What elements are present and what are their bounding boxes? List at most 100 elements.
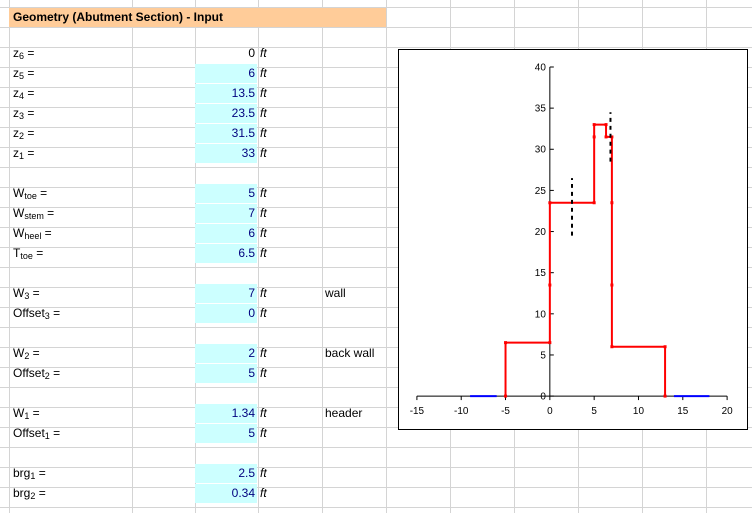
data-point (504, 341, 508, 345)
value-cell-z-5[interactable]: 6 (195, 64, 257, 83)
label-equals: = (29, 346, 40, 360)
value-cell-offset-3[interactable]: 0 (195, 304, 257, 323)
note-label: wall (325, 286, 346, 300)
unit-label: ft (260, 286, 267, 300)
label-z-4: z4 = (13, 83, 34, 103)
label-equals: = (24, 86, 35, 100)
value-cell-offset-2[interactable]: 5 (195, 364, 257, 383)
y-tick-label: 0 (540, 392, 546, 403)
data-point (592, 201, 596, 205)
label-w-1: W1 = (13, 403, 40, 423)
label-subscript: stem (24, 211, 44, 221)
label-equals: = (43, 206, 55, 220)
note-label: header (325, 406, 363, 420)
label-base: W (13, 186, 25, 200)
label-w-heel: Wheel = (13, 223, 52, 243)
label-base: brg (13, 486, 31, 500)
value-cell-z-6[interactable]: 0 (195, 44, 257, 63)
label-equals: = (24, 106, 35, 120)
label-equals: = (35, 486, 46, 500)
value-cell-w-2[interactable]: 2 (195, 344, 257, 363)
label-base: W (13, 346, 25, 360)
label-equals: = (24, 46, 35, 60)
y-tick-label: 15 (535, 268, 547, 279)
value-cell-w-heel[interactable]: 6 (195, 224, 257, 243)
value-cell-z-4[interactable]: 13.5 (195, 84, 257, 103)
value-cell-z-2[interactable]: 31.5 (195, 124, 257, 143)
unit-label: ft (260, 106, 267, 120)
label-brg-2: brg2 = (13, 483, 46, 503)
unit-label: ft (260, 86, 267, 100)
sheet-title: Geometry (Abutment Section) - Input (9, 8, 386, 27)
unit-label: ft (260, 126, 267, 140)
unit-label: ft (260, 346, 267, 360)
unit-label: ft (260, 206, 267, 220)
data-point (610, 201, 614, 205)
label-equals: = (35, 466, 46, 480)
value-cell-w-1[interactable]: 1.34 (195, 404, 257, 423)
unit-label: ft (260, 366, 267, 380)
unit-label: ft (260, 226, 267, 240)
data-point (604, 135, 608, 139)
unit-label: ft (260, 246, 267, 260)
label-base: W (13, 406, 25, 420)
unit-label: ft (260, 306, 267, 320)
label-base: W (13, 226, 25, 240)
y-tick-label: 35 (535, 104, 547, 115)
value-cell-offset-1[interactable]: 5 (195, 424, 257, 443)
unit-label: ft (260, 66, 267, 80)
series-line (504, 123, 667, 397)
label-equals: = (32, 246, 44, 260)
label-z-1: z1 = (13, 143, 34, 163)
label-equals: = (29, 286, 40, 300)
x-tick-label: 20 (722, 406, 734, 417)
data-point (504, 394, 508, 398)
unit-label: ft (260, 426, 267, 440)
data-point (663, 394, 667, 398)
label-z-6: z6 = (13, 43, 34, 63)
label-z-2: z2 = (13, 123, 34, 143)
label-equals: = (24, 146, 35, 160)
label-equals: = (24, 66, 35, 80)
y-tick-label: 20 (535, 227, 547, 238)
value-cell-z-1[interactable]: 33 (195, 144, 257, 163)
y-tick-label: 40 (535, 62, 547, 73)
abutment-section-chart: -15 -10 -5 0 5 10 15 20 0 5 10 15 20 25 30 35 40 (398, 49, 748, 430)
unit-label: ft (260, 186, 267, 200)
label-subscript: heel (24, 231, 42, 241)
label-z-3: z3 = (13, 103, 34, 123)
label-w-2: W2 = (13, 343, 40, 363)
value-cell-w-toe[interactable]: 5 (195, 184, 257, 203)
label-offset-2: Offset2 = (13, 363, 60, 383)
unit-label: ft (260, 146, 267, 160)
label-subscript: toe (24, 191, 37, 201)
value-cell-brg-2[interactable]: 0.34 (195, 484, 257, 503)
label-w-stem: Wstem = (13, 203, 54, 223)
label-subscript: toe (20, 251, 33, 261)
label-base: Offset (13, 366, 45, 380)
y-tick-label: 5 (540, 350, 546, 361)
x-tick-label: -15 (410, 406, 425, 417)
value-cell-t-toe[interactable]: 6.5 (195, 244, 257, 263)
y-tick-label: 10 (535, 309, 547, 320)
y-tick-label: 25 (535, 186, 547, 197)
value-cell-w-3[interactable]: 7 (195, 284, 257, 303)
label-equals: = (36, 186, 48, 200)
label-base: Offset (13, 306, 45, 320)
label-w-toe: Wtoe = (13, 183, 47, 203)
label-equals: = (24, 126, 35, 140)
label-base: W (13, 286, 25, 300)
value-cell-z-3[interactable]: 23.5 (195, 104, 257, 123)
value-cell-w-stem[interactable]: 7 (195, 204, 257, 223)
label-t-toe: Ttoe = (13, 243, 43, 263)
note-label: back wall (325, 346, 375, 360)
data-point (610, 283, 614, 287)
label-equals: = (49, 366, 61, 380)
x-tick-label: 10 (633, 406, 645, 417)
x-tick-label: 0 (547, 406, 553, 417)
label-base: W (13, 206, 25, 220)
label-equals: = (41, 226, 52, 240)
data-point (663, 345, 667, 349)
value-cell-brg-1[interactable]: 2.5 (195, 464, 257, 483)
data-point (610, 345, 614, 349)
